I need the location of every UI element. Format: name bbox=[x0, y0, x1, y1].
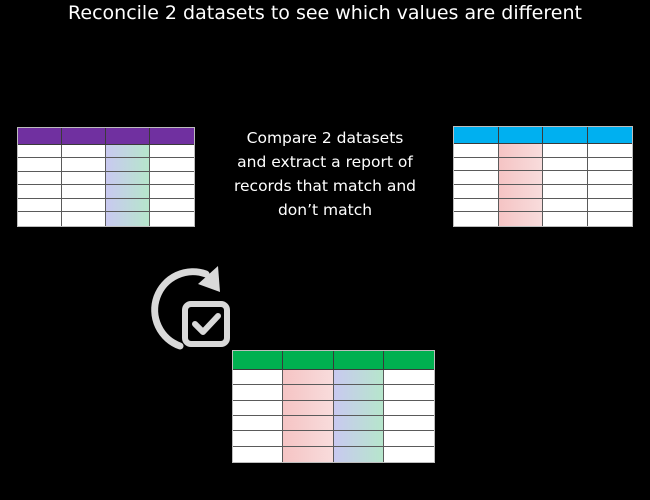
table-cell bbox=[106, 144, 150, 159]
table-cell bbox=[18, 198, 62, 213]
table-cell bbox=[333, 400, 384, 417]
table-cell bbox=[454, 212, 499, 226]
table-cell bbox=[150, 185, 194, 199]
table-cell bbox=[333, 416, 384, 432]
table-header-cell bbox=[283, 351, 334, 371]
table-cell bbox=[383, 446, 434, 462]
table-cell bbox=[587, 198, 632, 213]
table-cell bbox=[150, 171, 194, 186]
table-cell bbox=[233, 416, 284, 432]
table-cell bbox=[587, 171, 632, 186]
description-text: Compare 2 datasets and extract a report … bbox=[214, 126, 436, 222]
table-cell bbox=[62, 171, 106, 186]
table-cell bbox=[283, 431, 334, 447]
table-cell bbox=[587, 212, 632, 226]
dataset-a-table bbox=[17, 127, 195, 227]
table-header-cell bbox=[150, 128, 194, 145]
table-cell bbox=[454, 185, 499, 199]
table-header-cell bbox=[454, 127, 499, 145]
table-cell bbox=[233, 370, 284, 386]
table-header-cell bbox=[587, 127, 632, 145]
table-cell bbox=[18, 212, 62, 226]
description-line: don’t match bbox=[277, 201, 373, 219]
table-cell bbox=[62, 185, 106, 199]
table-header-cell bbox=[333, 351, 384, 371]
table-cell bbox=[333, 446, 384, 462]
table-header-cell bbox=[498, 127, 543, 145]
table-cell bbox=[543, 185, 588, 199]
table-cell bbox=[62, 198, 106, 213]
table-cell bbox=[18, 171, 62, 186]
table-cell bbox=[18, 158, 62, 172]
table-cell bbox=[106, 198, 150, 213]
table-cell bbox=[233, 446, 284, 462]
description-line: records that match and bbox=[233, 177, 417, 195]
table-cell bbox=[587, 157, 632, 172]
table-cell bbox=[106, 171, 150, 186]
table-cell bbox=[150, 212, 194, 226]
table-cell bbox=[62, 144, 106, 159]
table-header-cell bbox=[233, 351, 284, 371]
table-cell bbox=[333, 370, 384, 386]
table-cell bbox=[498, 157, 543, 172]
table-cell bbox=[233, 400, 284, 417]
table-cell bbox=[18, 144, 62, 159]
table-cell bbox=[454, 157, 499, 172]
table-cell bbox=[498, 171, 543, 186]
table-cell bbox=[543, 198, 588, 213]
table-cell bbox=[543, 157, 588, 172]
table-header-cell bbox=[543, 127, 588, 145]
table-cell bbox=[587, 185, 632, 199]
table-cell bbox=[106, 212, 150, 226]
table-cell bbox=[383, 416, 434, 432]
result-table bbox=[232, 350, 435, 463]
table-cell bbox=[383, 370, 434, 386]
table-cell bbox=[62, 158, 106, 172]
table-cell bbox=[283, 370, 334, 386]
table-cell bbox=[106, 158, 150, 172]
table-header-cell bbox=[106, 128, 150, 145]
table-cell bbox=[283, 446, 334, 462]
table-cell bbox=[498, 144, 543, 158]
table-cell bbox=[62, 212, 106, 226]
table-cell bbox=[587, 144, 632, 158]
refresh-check-icon bbox=[151, 266, 230, 350]
table-cell bbox=[106, 185, 150, 199]
table-cell bbox=[150, 198, 194, 213]
table-cell bbox=[383, 400, 434, 417]
table-cell bbox=[543, 144, 588, 158]
description-line: Compare 2 datasets bbox=[246, 129, 404, 147]
table-cell bbox=[454, 198, 499, 213]
table-cell bbox=[498, 198, 543, 213]
table-cell bbox=[150, 158, 194, 172]
table-cell bbox=[233, 385, 284, 401]
table-cell bbox=[383, 385, 434, 401]
table-cell bbox=[283, 416, 334, 432]
table-cell bbox=[283, 385, 334, 401]
table-header-cell bbox=[62, 128, 106, 145]
table-cell bbox=[333, 385, 384, 401]
dataset-b-table bbox=[453, 126, 633, 227]
table-cell bbox=[543, 171, 588, 186]
table-cell bbox=[454, 144, 499, 158]
table-cell bbox=[543, 212, 588, 226]
table-cell bbox=[150, 144, 194, 159]
table-cell bbox=[383, 431, 434, 447]
table-cell bbox=[498, 185, 543, 199]
table-cell bbox=[18, 185, 62, 199]
table-header-cell bbox=[18, 128, 62, 145]
table-cell bbox=[333, 431, 384, 447]
page-title: Reconcile 2 datasets to see which values… bbox=[68, 2, 582, 24]
table-cell bbox=[454, 171, 499, 186]
table-cell bbox=[283, 400, 334, 417]
description-line: and extract a report of bbox=[237, 153, 413, 171]
table-header-cell bbox=[383, 351, 434, 371]
table-cell bbox=[498, 212, 543, 226]
table-cell bbox=[233, 431, 284, 447]
